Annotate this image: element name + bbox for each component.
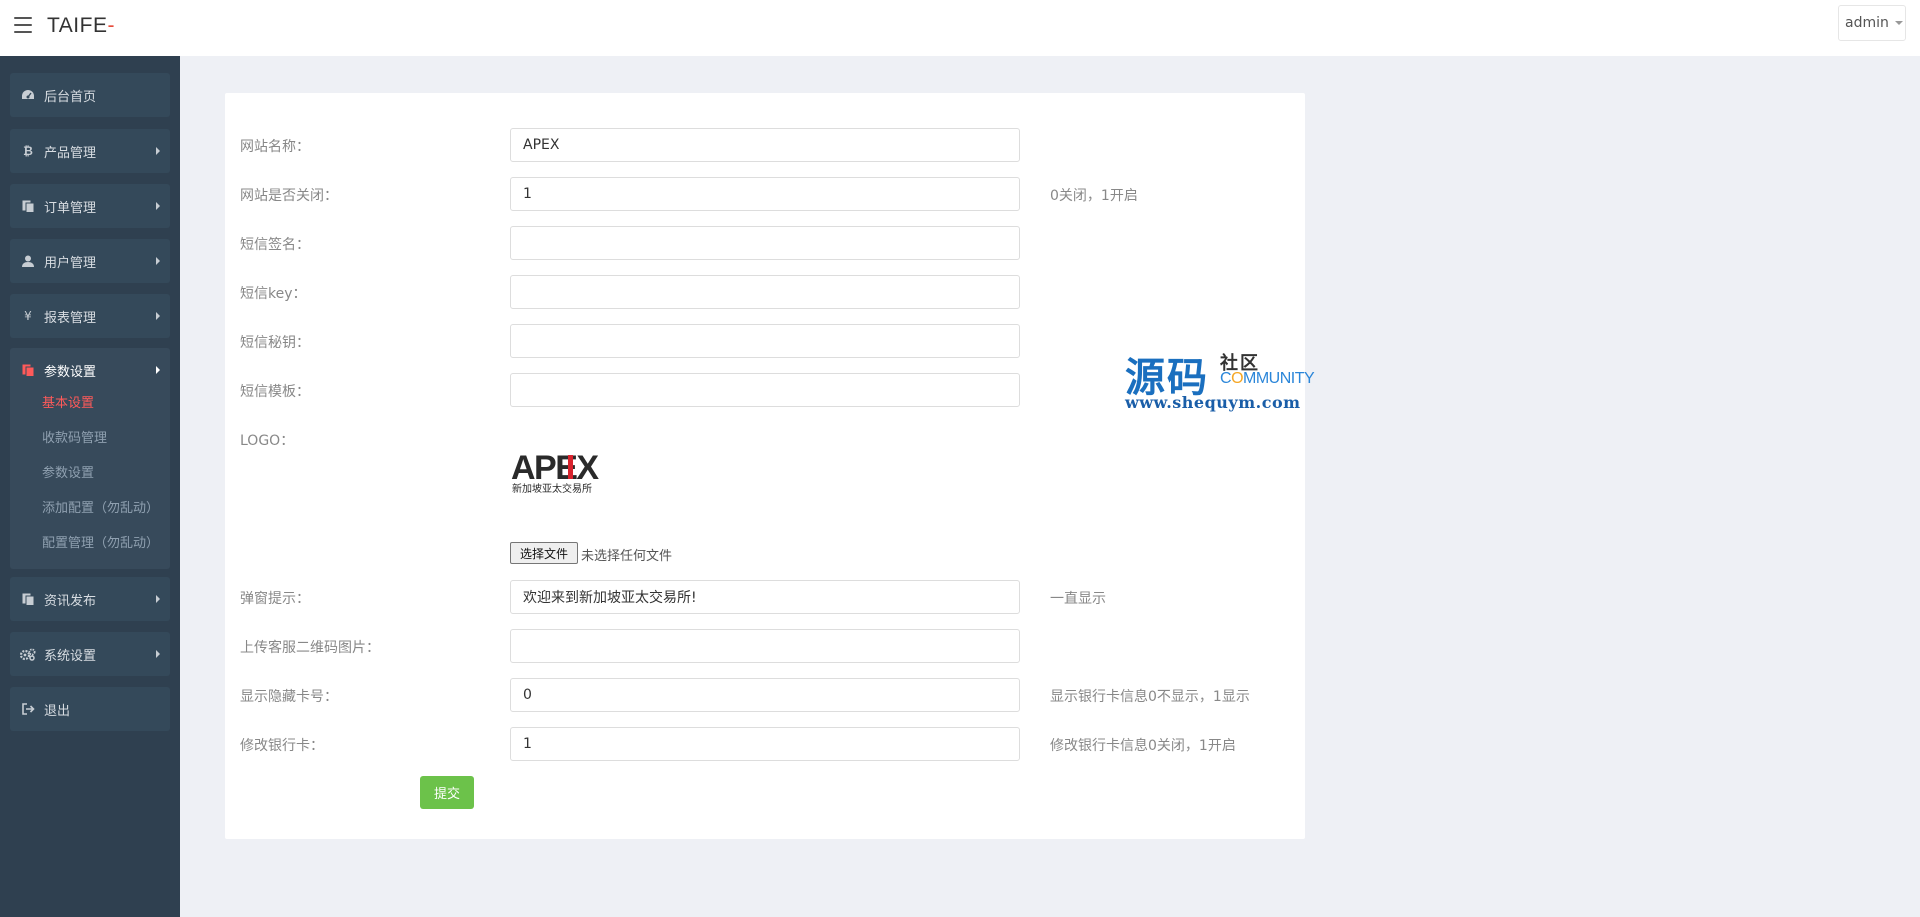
label-sms-sign: 短信签名：: [240, 237, 310, 253]
sms-key-input[interactable]: [510, 275, 1020, 309]
sidebar-item-label: 退出: [44, 703, 71, 719]
hamburger-menu-icon[interactable]: [14, 17, 32, 33]
chevron-right-icon: [156, 312, 160, 320]
logo-image-subtext: 新加坡亚太交易所: [512, 482, 592, 495]
sidebar-item-users[interactable]: 用户管理: [10, 239, 170, 283]
logo-preview-image: APEX 新加坡亚太交易所: [511, 448, 611, 496]
chevron-right-icon: [156, 595, 160, 603]
sidebar-item-dashboard[interactable]: 后台首页: [10, 73, 170, 117]
watermark: 源码 社区 COMMUNITY www.shequym.com: [1125, 345, 1325, 425]
submenu-item-add-config[interactable]: 添加配置（勿乱动）: [42, 497, 159, 516]
sign-out-icon: [20, 702, 36, 716]
sidebar-item-orders[interactable]: 订单管理: [10, 184, 170, 228]
label-hide-card: 显示隐藏卡号：: [240, 689, 338, 705]
popup-message-input[interactable]: [510, 580, 1020, 614]
site-closed-input[interactable]: [510, 177, 1020, 211]
submenu-item-basic-settings[interactable]: 基本设置: [42, 392, 94, 411]
label-sms-template: 短信模板：: [240, 384, 310, 400]
sms-secret-input[interactable]: [510, 324, 1020, 358]
label-logo: LOGO：: [240, 433, 295, 449]
sidebar-item-label: 报表管理: [44, 310, 97, 326]
choose-file-button[interactable]: 选择文件: [510, 542, 578, 564]
watermark-community-pre: C: [1220, 370, 1232, 387]
dashboard-icon: [20, 88, 36, 102]
file-status-text: 未选择任何文件: [581, 549, 673, 564]
copy-icon: [20, 363, 36, 377]
sidebar: 后台首页 ₿ 产品管理 订单管理 用户管理 ¥ 报表管理 参数设置 基本设置 收…: [0, 56, 180, 917]
sidebar-item-logout[interactable]: 退出: [10, 687, 170, 731]
watermark-url: www.shequym.com: [1125, 393, 1301, 412]
sidebar-group-settings: 参数设置 基本设置 收款码管理 参数设置 添加配置（勿乱动） 配置管理（勿乱动）: [10, 348, 170, 569]
sidebar-item-label: 用户管理: [44, 255, 97, 271]
settings-form-panel: 网站名称： 网站是否关闭： 0关闭，1开启 短信签名： 短信key： 短信秘钥：…: [225, 93, 1305, 839]
sms-template-input[interactable]: [510, 373, 1020, 407]
hint-modify-card: 修改银行卡信息0关闭，1开启: [1050, 738, 1236, 754]
label-sms-key: 短信key：: [240, 286, 307, 302]
chevron-right-icon: [156, 366, 160, 374]
sidebar-item-products[interactable]: ₿ 产品管理: [10, 129, 170, 173]
sidebar-item-label: 参数设置: [44, 364, 97, 380]
modify-card-input[interactable]: [510, 727, 1020, 761]
watermark-community-o: O: [1231, 370, 1244, 387]
submenu-item-payment-codes[interactable]: 收款码管理: [42, 427, 107, 446]
brand-dash: -: [107, 14, 115, 37]
label-qrcode: 上传客服二维码图片：: [240, 640, 380, 656]
user-dropdown[interactable]: admin: [1838, 5, 1906, 41]
chevron-right-icon: [156, 202, 160, 210]
sidebar-item-label: 产品管理: [44, 145, 97, 161]
qrcode-input[interactable]: [510, 629, 1020, 663]
label-popup: 弹窗提示：: [240, 591, 310, 607]
site-name-input[interactable]: [510, 128, 1020, 162]
sidebar-item-system[interactable]: 系统设置: [10, 632, 170, 676]
sms-sign-input[interactable]: [510, 226, 1020, 260]
user-name: admin: [1845, 15, 1889, 31]
submenu-item-parameters[interactable]: 参数设置: [42, 462, 94, 481]
bitcoin-icon: ₿: [23, 144, 33, 158]
submenu-item-config-manage[interactable]: 配置管理（勿乱动）: [42, 532, 159, 551]
label-sms-secret: 短信秘钥：: [240, 335, 310, 351]
top-header: TAIFE- admin: [0, 0, 1920, 56]
watermark-community-post: MMUNITY: [1243, 370, 1315, 387]
chevron-right-icon: [156, 147, 160, 155]
user-icon: [20, 254, 36, 268]
sidebar-item-news[interactable]: 资讯发布: [10, 577, 170, 621]
sidebar-item-label: 订单管理: [44, 200, 97, 216]
sidebar-item-label: 系统设置: [44, 648, 97, 664]
watermark-community: COMMUNITY: [1220, 370, 1315, 388]
chevron-right-icon: [156, 257, 160, 265]
sidebar-item-label: 资讯发布: [44, 593, 97, 609]
brand-logo[interactable]: TAIFE-: [47, 14, 115, 38]
hide-card-input[interactable]: [510, 678, 1020, 712]
label-site-name: 网站名称：: [240, 139, 310, 155]
chevron-right-icon: [156, 650, 160, 658]
sidebar-item-settings[interactable]: 参数设置: [10, 348, 170, 392]
submit-button[interactable]: 提交: [420, 776, 474, 809]
logo-image-text: APEX: [511, 449, 599, 487]
hint-site-closed: 0关闭，1开启: [1050, 188, 1138, 204]
hint-popup: 一直显示: [1050, 591, 1106, 607]
hint-hide-card: 显示银行卡信息0不显示，1显示: [1050, 689, 1250, 705]
copy-icon: [20, 199, 36, 213]
copy-icon: [20, 592, 36, 606]
yen-icon: ¥: [24, 309, 32, 323]
label-site-closed: 网站是否关闭：: [240, 188, 338, 204]
label-modify-card: 修改银行卡：: [240, 738, 324, 754]
caret-down-icon: [1894, 21, 1903, 25]
gears-icon: [20, 647, 36, 661]
sidebar-item-label: 后台首页: [44, 89, 97, 105]
brand-text: TAIFE: [47, 14, 108, 37]
sidebar-item-reports[interactable]: ¥ 报表管理: [10, 294, 170, 338]
